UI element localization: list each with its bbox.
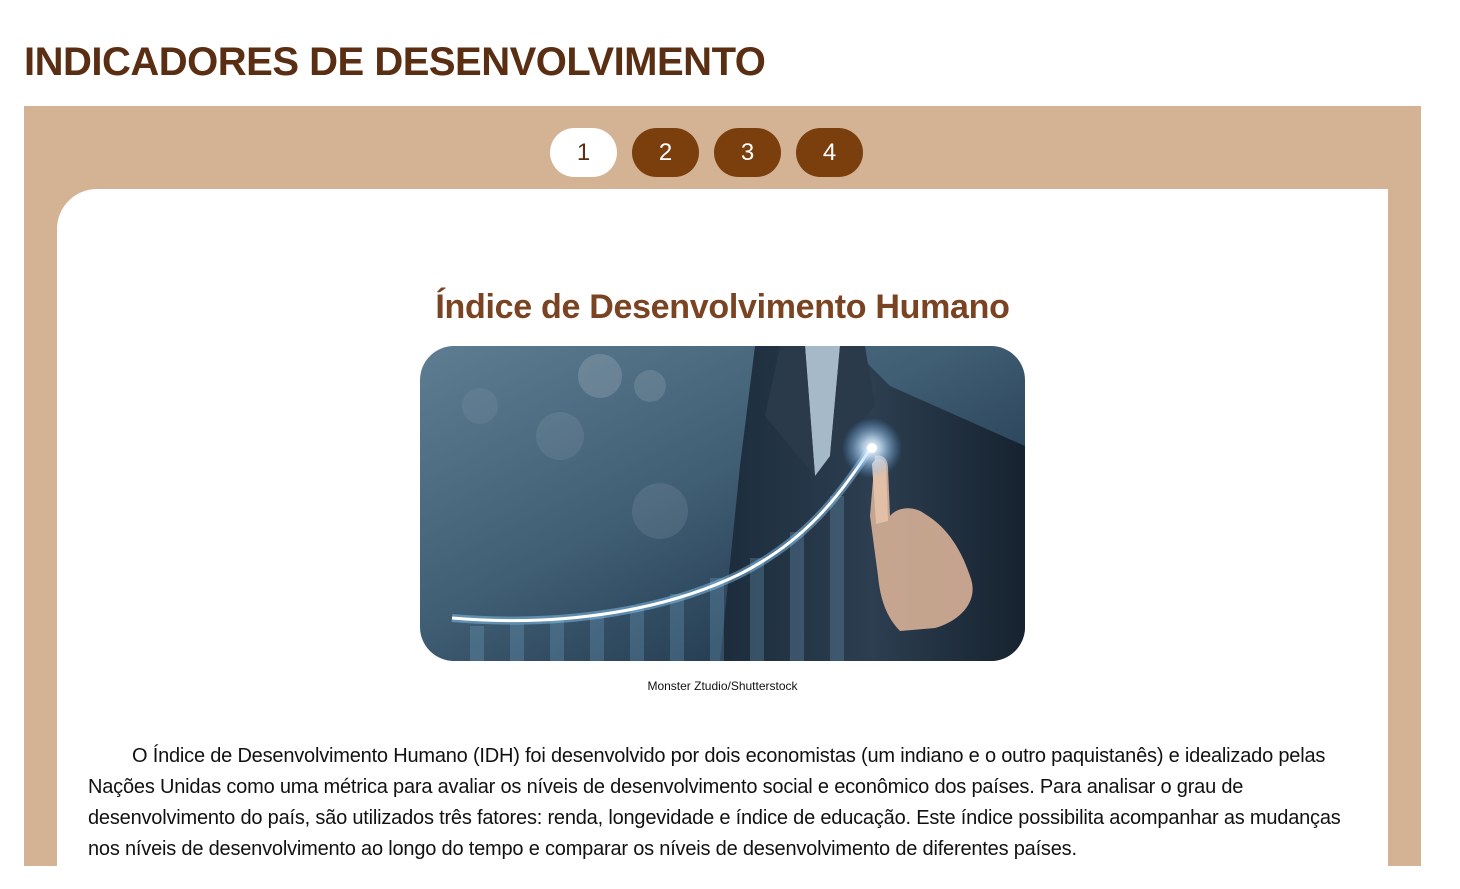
tab-1[interactable]: 1 <box>550 128 617 177</box>
image-credit: Monster Ztudio/Shutterstock <box>647 679 798 693</box>
businessman-growth-chart-image <box>420 346 1025 661</box>
page-title: INDICADORES DE DESENVOLVIMENTO <box>24 40 766 84</box>
body-paragraph: O Índice de Desenvolvimento Humano (IDH)… <box>88 745 1341 860</box>
tab-frame: 1 2 3 4 Índice de Desenvolvimento Humano <box>24 106 1421 889</box>
tab-3[interactable]: 3 <box>714 128 781 177</box>
tab-2[interactable]: 2 <box>632 128 699 177</box>
content-panel: Índice de Desenvolvimento Humano Monster… <box>57 189 1388 889</box>
tab-4[interactable]: 4 <box>796 128 863 177</box>
tab-bar: 1 2 3 4 <box>24 128 1421 177</box>
section-title: Índice de Desenvolvimento Humano <box>435 288 1010 326</box>
